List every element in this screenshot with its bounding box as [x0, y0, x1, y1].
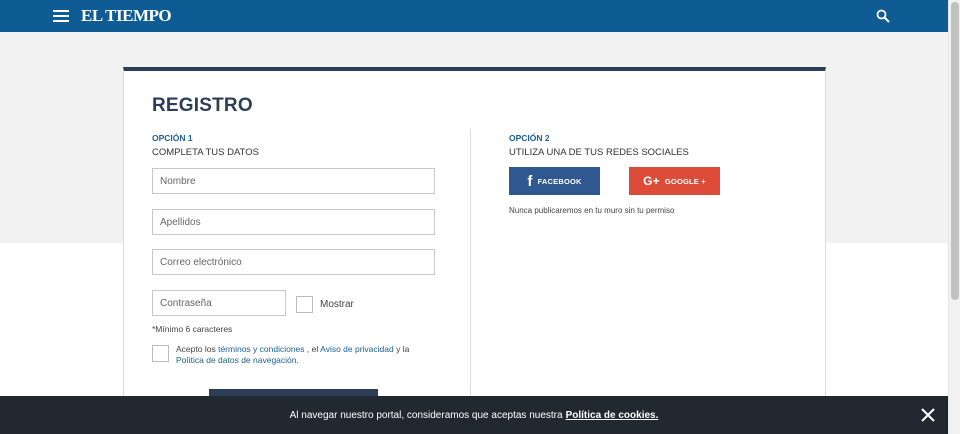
show-password-label[interactable]: Mostrar — [320, 299, 354, 310]
google-plus-icon: G+ — [643, 174, 660, 188]
nombre-input[interactable] — [152, 168, 435, 194]
password-hint: *Mínimo 6 caracteres — [152, 324, 233, 334]
page-scrollbar[interactable] — [948, 0, 960, 434]
nav-policy-link[interactable]: Política de datos de navegación. — [176, 355, 299, 365]
facebook-login-button[interactable]: f FACEBOOK — [509, 167, 600, 195]
option1-label: OPCIÓN 1 — [152, 133, 193, 143]
terms-prefix: Acepto los — [176, 344, 216, 354]
option1-subtitle: COMPLETA TUS DATOS — [152, 147, 259, 158]
password-input[interactable] — [152, 290, 286, 316]
scrollbar-thumb[interactable] — [951, 2, 959, 300]
terms-link[interactable]: términos y condiciones — [218, 344, 304, 354]
page-title: REGISTRO — [152, 95, 253, 116]
search-icon[interactable] — [876, 9, 890, 23]
show-password-checkbox[interactable] — [296, 296, 313, 313]
option2-label: OPCIÓN 2 — [509, 133, 550, 143]
cookie-text: Al navegar nuestro portal, consideramos … — [289, 409, 563, 421]
site-logo[interactable]: EL TIEMPO — [81, 6, 172, 26]
email-input[interactable] — [152, 249, 435, 275]
google-label: GOOGLE + — [664, 176, 706, 186]
close-icon[interactable] — [920, 407, 936, 423]
hamburger-icon[interactable] — [53, 10, 69, 22]
terms-conj: y la — [396, 344, 410, 354]
privacy-link[interactable]: Aviso de privacidad — [320, 344, 394, 354]
cookie-policy-link[interactable]: Política de cookies. — [566, 410, 659, 421]
terms-text: Acepto los términos y condiciones , el A… — [176, 344, 436, 366]
option2-subtitle: UTILIZA UNA DE TUS REDES SOCIALES — [509, 147, 689, 158]
apellidos-input[interactable] — [152, 209, 435, 235]
accept-terms-checkbox[interactable] — [152, 345, 169, 362]
top-navbar: EL TIEMPO — [0, 0, 948, 32]
facebook-icon: f — [527, 172, 533, 190]
registration-card: REGISTRO OPCIÓN 1 COMPLETA TUS DATOS Mos… — [123, 67, 826, 434]
google-login-button[interactable]: G+ GOOGLE + — [629, 167, 720, 195]
column-divider — [470, 129, 471, 434]
facebook-label: FACEBOOK — [537, 176, 582, 186]
social-privacy-note: Nunca publicaremos en tu muro sin tu per… — [509, 206, 675, 215]
terms-separator: , el — [306, 344, 319, 354]
cookie-banner: Al navegar nuestro portal, consideramos … — [0, 396, 948, 434]
